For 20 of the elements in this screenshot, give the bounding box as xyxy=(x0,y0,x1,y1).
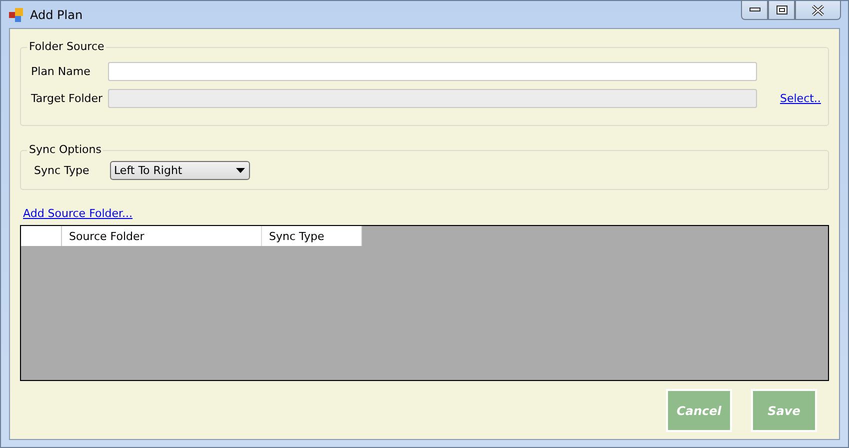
app-icon xyxy=(9,8,23,22)
field-label: Plan Name xyxy=(31,65,92,78)
maximize-button[interactable] xyxy=(768,1,795,20)
window-title: Add Plan xyxy=(30,8,83,22)
column-header[interactable]: Source Folder xyxy=(62,226,262,246)
select-link[interactable]: Select.. xyxy=(780,92,821,105)
input-field[interactable] xyxy=(108,62,757,81)
maximize-icon xyxy=(776,5,788,15)
close-button[interactable] xyxy=(795,1,841,20)
add-source-folder-link[interactable]: Add Source Folder... xyxy=(23,207,133,220)
minimize-button[interactable] xyxy=(741,1,768,20)
minimize-icon xyxy=(748,7,760,13)
sync-type-dropdown[interactable]: Left To Right xyxy=(110,161,250,180)
group-title: Sync Options xyxy=(27,143,104,156)
field-label: Target Folder xyxy=(31,92,104,105)
caret-icon xyxy=(236,168,245,173)
group-title: Folder Source xyxy=(27,40,106,53)
close-icon xyxy=(811,4,825,16)
field-label: Sync Type xyxy=(33,164,90,177)
column-header[interactable]: Sync Type xyxy=(262,226,362,246)
